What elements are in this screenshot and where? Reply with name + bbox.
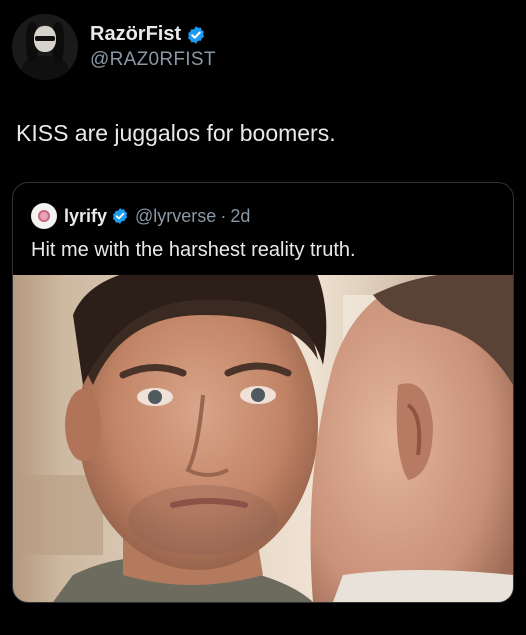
quoted-author-handle[interactable]: @lyrverse xyxy=(135,206,216,227)
quoted-tweet-timestamp[interactable]: 2d xyxy=(230,206,250,227)
tweet-text: KISS are juggalos for boomers. xyxy=(16,120,336,146)
tweet: RazörFist @RAZ0RFIST KISS are juggalos f… xyxy=(0,0,526,635)
verified-badge-icon xyxy=(188,25,205,44)
author-display-name[interactable]: RazörFist xyxy=(90,23,181,46)
quoted-tweet-photo[interactable] xyxy=(13,275,513,602)
quoted-tweet-card[interactable]: lyrify @lyrverse · 2d Hit me with the ha… xyxy=(12,182,514,603)
author-avatar[interactable] xyxy=(12,14,78,80)
author-names: RazörFist @RAZ0RFIST xyxy=(90,23,216,71)
photo-media-icon xyxy=(13,275,513,602)
timestamp-separator: · xyxy=(220,205,227,226)
quoted-tweet-header: lyrify @lyrverse · 2d xyxy=(31,203,250,229)
author-handle[interactable]: @RAZ0RFIST xyxy=(90,49,216,71)
tweet-header: RazörFist @RAZ0RFIST xyxy=(12,14,216,80)
verified-badge-icon xyxy=(112,208,128,224)
quoted-tweet-text: Hit me with the harshest reality truth. xyxy=(31,239,356,261)
quoted-author-display-name[interactable]: lyrify xyxy=(64,206,107,227)
quoted-author-avatar[interactable] xyxy=(31,203,57,229)
